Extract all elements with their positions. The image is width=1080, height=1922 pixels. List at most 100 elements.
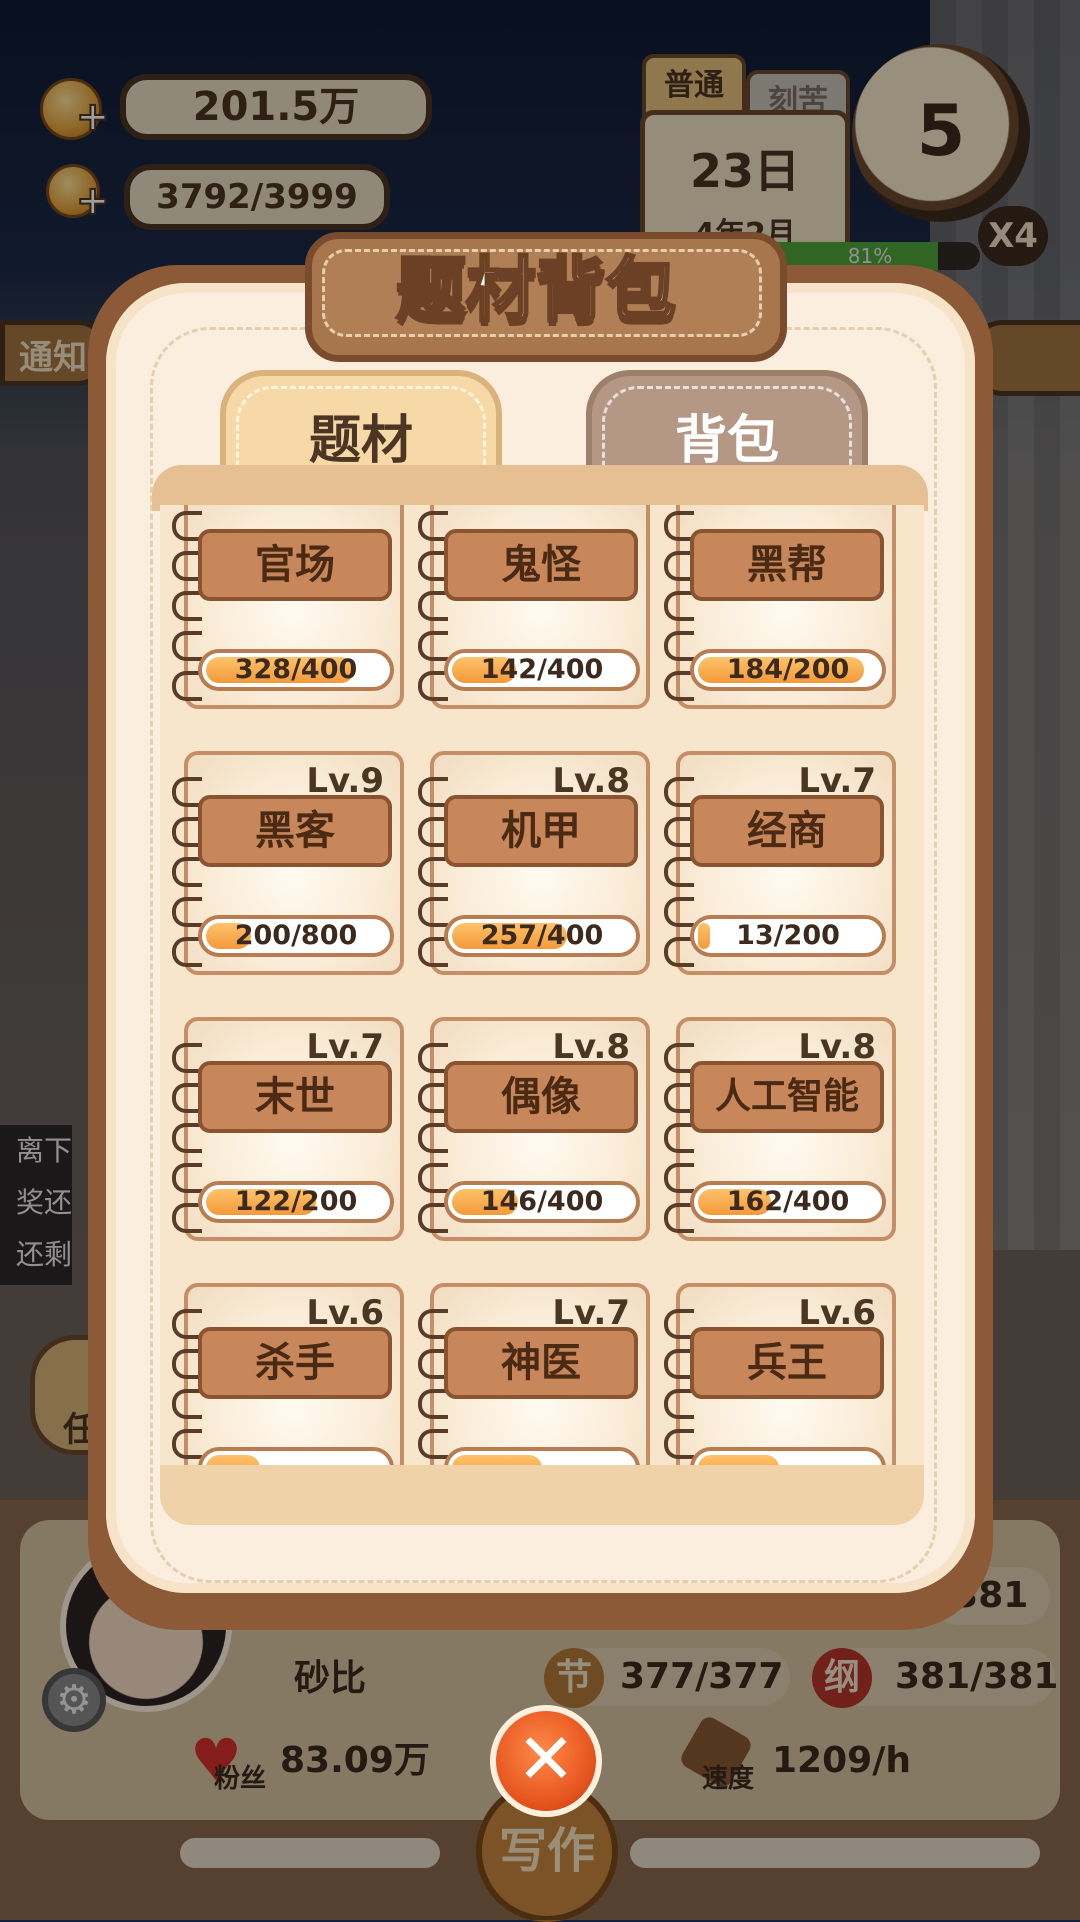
binder-ring — [664, 857, 694, 887]
genre-progress-text: 13/200 — [736, 920, 840, 951]
binder-ring — [664, 511, 694, 541]
tab-topics-label: 题材 — [308, 411, 413, 471]
binder-ring — [664, 1429, 694, 1459]
genre-progress-bar: 142/400 — [444, 649, 640, 691]
genre-card[interactable]: 官场 328/400 — [172, 505, 404, 709]
binder-ring — [418, 1389, 448, 1419]
binder-ring — [418, 777, 448, 807]
binder-ring — [418, 1203, 448, 1233]
binder-ring — [172, 777, 202, 807]
genre-grid: 官场 328/400 鬼怪 142/400 黑帮 184/200 Lv.9 黑客 200/800… — [160, 505, 924, 1465]
binder-ring — [172, 1043, 202, 1073]
genre-name: 黑客 — [198, 795, 392, 867]
binder-ring — [664, 1309, 694, 1339]
binder-ring — [172, 1429, 202, 1459]
genre-card[interactable]: Lv.8 机甲 257/400 — [418, 751, 650, 975]
modal-title: 题材背包 — [395, 248, 678, 333]
binder-ring — [664, 1043, 694, 1073]
binder-ring — [172, 897, 202, 927]
genre-name: 人工智能 — [690, 1061, 884, 1133]
binder-ring — [418, 1429, 448, 1459]
binder-ring — [418, 1043, 448, 1073]
genre-progress-text: 257/400 — [480, 920, 604, 951]
genre-progress-fill — [452, 1455, 542, 1465]
genre-progress-bar: 328/400 — [198, 649, 394, 691]
genre-name: 兵王 — [690, 1327, 884, 1399]
binder-ring — [664, 897, 694, 927]
genre-name: 神医 — [444, 1327, 638, 1399]
genre-card[interactable]: Lv.6 兵王 — [664, 1283, 896, 1465]
genre-name: 机甲 — [444, 795, 638, 867]
binder-ring — [172, 1203, 202, 1233]
genre-progress-text: 142/400 — [480, 654, 604, 685]
binder-ring — [172, 1123, 202, 1153]
genre-card[interactable]: Lv.6 杀手 — [172, 1283, 404, 1465]
binder-ring — [664, 777, 694, 807]
genre-progress-text: 200/800 — [234, 920, 358, 951]
binder-ring — [172, 511, 202, 541]
genre-name: 末世 — [198, 1061, 392, 1133]
binder-ring — [172, 937, 202, 967]
binder-ring — [172, 1163, 202, 1193]
binder-ring — [172, 591, 202, 621]
binder-ring — [418, 1309, 448, 1339]
genre-progress-text: 184/200 — [726, 654, 850, 685]
genre-progress-text: 328/400 — [234, 654, 358, 685]
binder-ring — [664, 591, 694, 621]
genre-progress-text: 162/400 — [726, 1186, 850, 1217]
shelf-bottom — [160, 1465, 924, 1525]
binder-ring — [664, 671, 694, 701]
genre-name: 偶像 — [444, 1061, 638, 1133]
genre-name: 杀手 — [198, 1327, 392, 1399]
binder-ring — [418, 937, 448, 967]
binder-ring — [664, 937, 694, 967]
genre-progress-bar — [198, 1447, 394, 1465]
genre-progress-bar: 13/200 — [690, 915, 886, 957]
binder-ring — [664, 1389, 694, 1419]
binder-ring — [418, 631, 448, 661]
genre-card[interactable]: Lv.9 黑客 200/800 — [172, 751, 404, 975]
binder-ring — [172, 631, 202, 661]
genre-card[interactable]: Lv.7 末世 122/200 — [172, 1017, 404, 1241]
genre-progress-fill — [206, 1455, 260, 1465]
binder-ring — [172, 857, 202, 887]
binder-ring — [664, 1163, 694, 1193]
genre-name: 鬼怪 — [444, 529, 638, 601]
binder-ring — [418, 1163, 448, 1193]
binder-ring — [418, 591, 448, 621]
binder-ring — [418, 671, 448, 701]
binder-ring — [172, 1389, 202, 1419]
genre-card[interactable]: 鬼怪 142/400 — [418, 505, 650, 709]
genre-card[interactable]: Lv.7 经商 13/200 — [664, 751, 896, 975]
binder-ring — [664, 1123, 694, 1153]
genre-progress-bar: 122/200 — [198, 1181, 394, 1223]
title-plate: 题材背包 — [305, 232, 787, 362]
genre-progress-bar: 184/200 — [690, 649, 886, 691]
tab-backpack-label: 背包 — [674, 411, 779, 471]
close-button[interactable]: ✕ — [490, 1705, 602, 1817]
genre-progress-bar: 257/400 — [444, 915, 640, 957]
binder-ring — [418, 511, 448, 541]
binder-ring — [664, 631, 694, 661]
binder-ring — [172, 671, 202, 701]
genre-progress-text: 146/400 — [480, 1186, 604, 1217]
genre-progress-bar: 162/400 — [690, 1181, 886, 1223]
binder-ring — [418, 857, 448, 887]
binder-ring — [664, 1203, 694, 1233]
genre-progress-bar — [690, 1447, 886, 1465]
genre-progress-bar: 146/400 — [444, 1181, 640, 1223]
binder-ring — [172, 1309, 202, 1339]
genre-progress-text: 122/200 — [234, 1186, 358, 1217]
genre-name: 经商 — [690, 795, 884, 867]
genre-progress-fill — [698, 1455, 779, 1465]
binder-ring — [418, 897, 448, 927]
genre-name: 黑帮 — [690, 529, 884, 601]
binder-ring — [418, 1123, 448, 1153]
genre-progress-bar — [444, 1447, 640, 1465]
genre-name: 官场 — [198, 529, 392, 601]
genre-card[interactable]: Lv.8 人工智能 162/400 — [664, 1017, 896, 1241]
genre-progress-bar: 200/800 — [198, 915, 394, 957]
genre-card[interactable]: Lv.7 神医 — [418, 1283, 650, 1465]
genre-card[interactable]: 黑帮 184/200 — [664, 505, 896, 709]
genre-card[interactable]: Lv.8 偶像 146/400 — [418, 1017, 650, 1241]
